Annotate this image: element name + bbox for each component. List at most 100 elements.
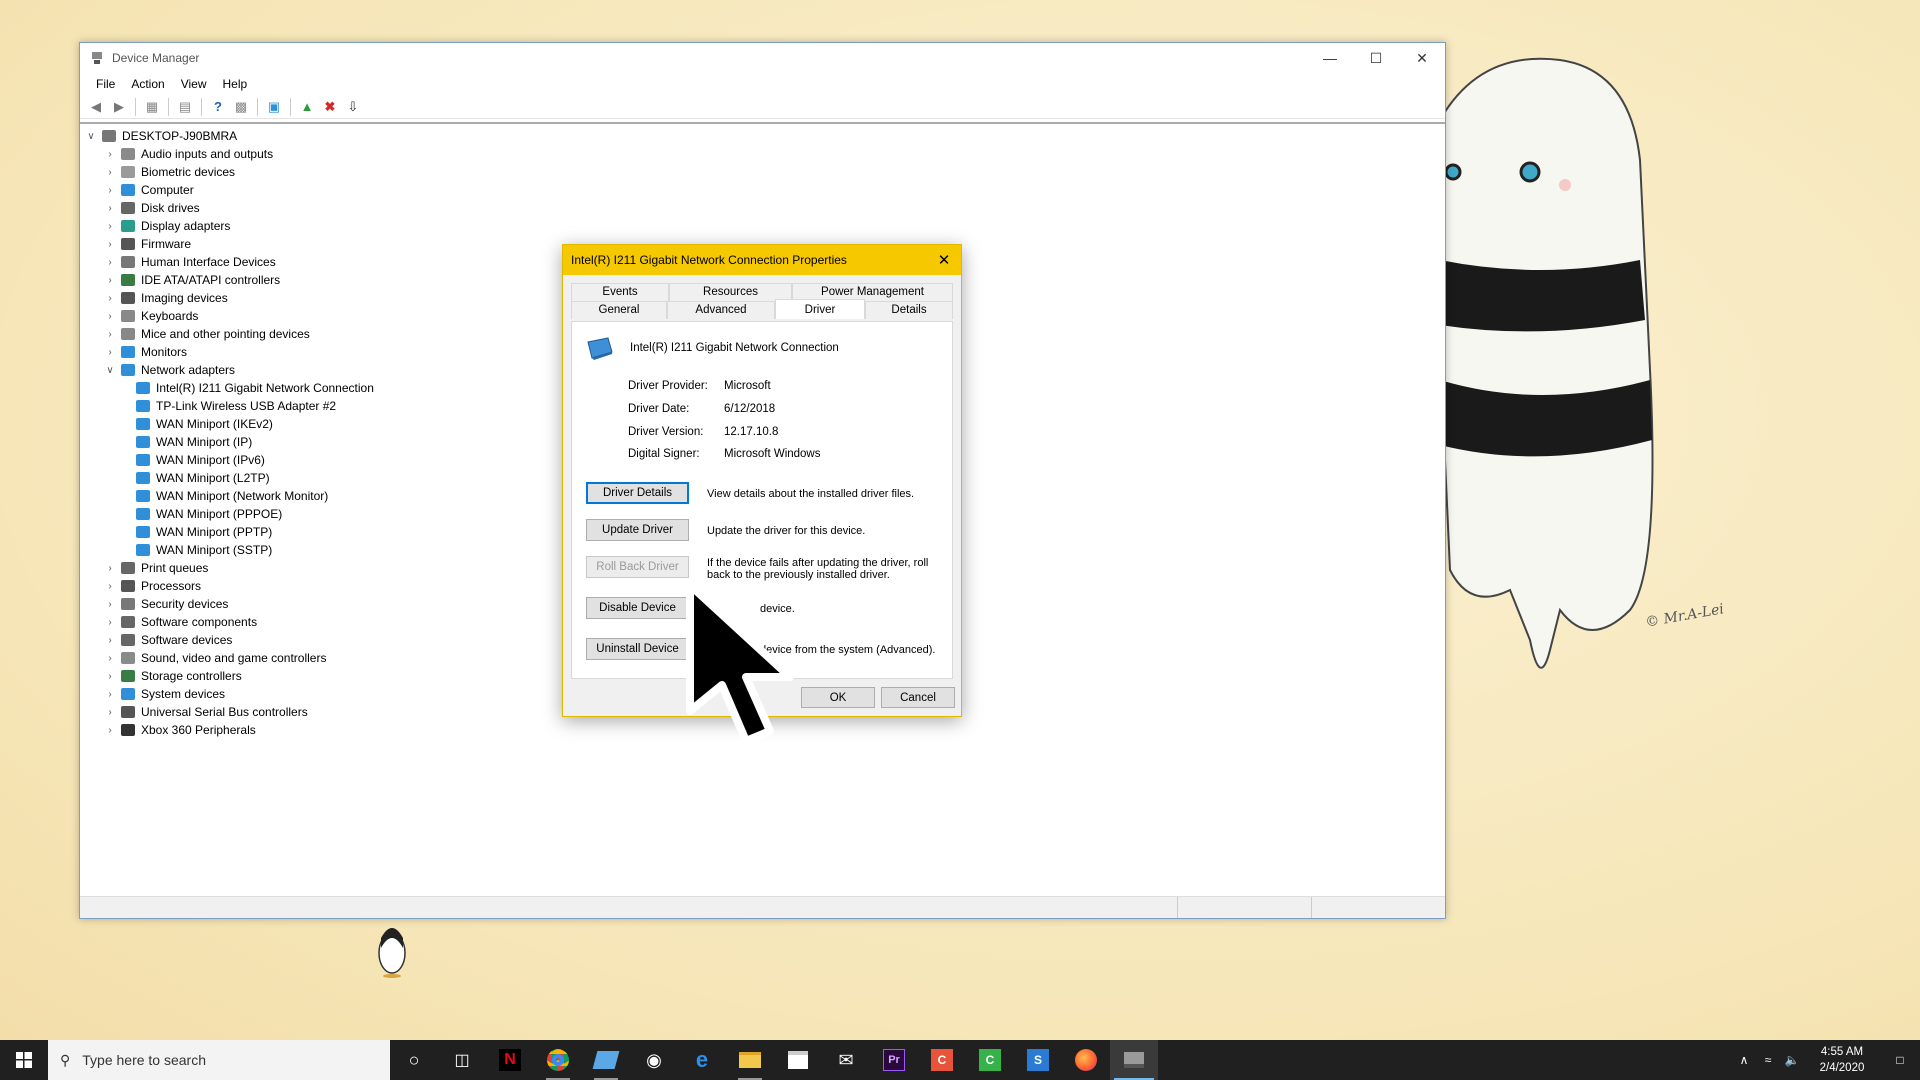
chevron-right-icon[interactable]: › [103, 599, 117, 610]
chevron-right-icon[interactable]: › [103, 689, 117, 700]
taskbar-app-store[interactable] [774, 1040, 822, 1080]
chevron-right-icon[interactable]: › [103, 275, 117, 286]
start-button[interactable] [0, 1040, 48, 1080]
cortana-button[interactable]: ○ [390, 1040, 438, 1080]
minimize-button[interactable]: — [1307, 43, 1353, 73]
taskbar-app-file-explorer[interactable] [726, 1040, 774, 1080]
chevron-right-icon[interactable]: › [103, 293, 117, 304]
menu-view[interactable]: View [173, 77, 215, 91]
uninstall-device-button[interactable]: Uninstall Device [586, 638, 689, 660]
back-button[interactable]: ◀ [86, 97, 106, 117]
tab-driver[interactable]: Driver [775, 299, 865, 319]
edge-icon: e [695, 1047, 709, 1072]
close-button[interactable]: ✕ [1399, 43, 1445, 73]
tree-category[interactable]: › Display adapters [80, 217, 1445, 235]
taskbar-app-red-c[interactable]: C [918, 1040, 966, 1080]
chevron-right-icon[interactable]: › [103, 185, 117, 196]
tab-resources[interactable]: Resources [669, 283, 792, 301]
taskbar-app-xbox[interactable]: ◉ [630, 1040, 678, 1080]
clock[interactable]: 4:55 AM 2/4/2020 [1804, 1044, 1880, 1076]
disable-device-button[interactable]: Disable Device [586, 597, 689, 619]
chevron-right-icon[interactable]: › [103, 563, 117, 574]
tree-category[interactable]: › Audio inputs and outputs [80, 145, 1445, 163]
tab-details[interactable]: Details [865, 301, 953, 319]
show-hide-console-tree-button[interactable]: ▦ [142, 97, 162, 117]
tree-category[interactable]: › Biometric devices [80, 163, 1445, 181]
chevron-right-icon[interactable]: › [103, 581, 117, 592]
info-driver-provider: Driver Provider: Microsoft [628, 380, 771, 392]
taskbar-app-mail[interactable]: ✉ [822, 1040, 870, 1080]
chevron-right-icon[interactable]: › [103, 149, 117, 160]
uninstall-toolbar-button[interactable]: ✖ [320, 97, 340, 117]
taskbar-app-netflix[interactable]: N [486, 1040, 534, 1080]
taskbar-app-premiere[interactable]: Pr [870, 1040, 918, 1080]
chevron-right-icon[interactable]: › [103, 257, 117, 268]
tree-category[interactable]: › Disk drives [80, 199, 1445, 217]
tree-category-label: Imaging devices [141, 291, 228, 305]
device-category-icon [121, 598, 135, 610]
chevron-right-icon[interactable]: › [103, 167, 117, 178]
action-pane-button[interactable]: ▩ [231, 97, 251, 117]
ghost-illustration [1440, 57, 1654, 669]
wifi-icon[interactable]: ≈ [1756, 1053, 1780, 1067]
menu-file[interactable]: File [88, 77, 123, 91]
device-category-icon [121, 202, 135, 214]
taskbar-app-firefox[interactable] [1062, 1040, 1110, 1080]
taskbar-app-device-manager[interactable] [1110, 1040, 1158, 1080]
tree-category-label: Display adapters [141, 219, 231, 233]
folder-icon [739, 1052, 761, 1068]
device-manager-titlebar[interactable]: Device Manager — ☐ ✕ [80, 43, 1445, 73]
maximize-button[interactable]: ☐ [1353, 43, 1399, 73]
driver-details-button[interactable]: Driver Details [586, 482, 689, 504]
taskbar-app-notes[interactable] [582, 1040, 630, 1080]
chevron-right-icon[interactable]: › [103, 725, 117, 736]
taskbar-app-chrome[interactable] [534, 1040, 582, 1080]
taskbar-app-green-c[interactable]: C [966, 1040, 1014, 1080]
chevron-down-icon[interactable]: ∨ [103, 365, 117, 376]
chevron-right-icon[interactable]: › [103, 635, 117, 646]
chevron-right-icon[interactable]: › [103, 239, 117, 250]
chevron-right-icon[interactable]: › [103, 347, 117, 358]
taskbar-search-box[interactable]: ⚲ Type here to search [48, 1040, 390, 1080]
chevron-right-icon[interactable]: › [103, 617, 117, 628]
disable-toolbar-button[interactable]: ⇩ [343, 97, 363, 117]
chevron-up-icon[interactable]: ∧ [1732, 1053, 1756, 1067]
dialog-titlebar[interactable]: Intel(R) I211 Gigabit Network Connection… [563, 245, 961, 275]
task-view-button[interactable]: ◫ [438, 1040, 486, 1080]
chevron-right-icon[interactable]: › [103, 311, 117, 322]
taskbar-app-s[interactable]: S [1014, 1040, 1062, 1080]
tab-advanced[interactable]: Advanced [667, 301, 775, 319]
chevron-right-icon[interactable]: › [103, 653, 117, 664]
device-category-icon [121, 238, 135, 250]
update-driver-button[interactable]: Update Driver [586, 519, 689, 541]
tree-root[interactable]: ∨ DESKTOP-J90BMRA [80, 127, 1445, 145]
chevron-right-icon[interactable]: › [103, 671, 117, 682]
chevron-right-icon[interactable]: › [103, 203, 117, 214]
scan-hardware-button[interactable]: ▣ [264, 97, 284, 117]
close-icon: ✕ [937, 252, 951, 269]
cancel-button[interactable]: Cancel [881, 687, 955, 708]
menu-action[interactable]: Action [123, 77, 172, 91]
device-category-icon [121, 220, 135, 232]
firefox-icon [1075, 1049, 1097, 1071]
properties-button[interactable]: ▤ [175, 97, 195, 117]
menu-help[interactable]: Help [215, 77, 256, 91]
search-icon: ⚲ [60, 1051, 71, 1068]
update-driver-toolbar-button[interactable]: ▲ [297, 97, 317, 117]
driver-details-desc: View details about the installed driver … [707, 488, 915, 500]
chevron-right-icon[interactable]: › [103, 221, 117, 232]
chevron-down-icon[interactable]: ∨ [84, 131, 98, 142]
notification-icon[interactable]: □ [1880, 1053, 1920, 1067]
help-button[interactable]: ? [208, 97, 228, 117]
tree-category[interactable]: › Computer [80, 181, 1445, 199]
taskbar-app-edge[interactable]: e [678, 1040, 726, 1080]
tab-general[interactable]: General [571, 301, 667, 319]
dialog-close-button[interactable]: ✕ [927, 245, 961, 275]
chevron-right-icon[interactable]: › [103, 707, 117, 718]
chevron-right-icon[interactable]: › [103, 329, 117, 340]
roll-back-driver-button[interactable]: Roll Back Driver [586, 556, 689, 578]
tab-events[interactable]: Events [571, 283, 669, 301]
forward-button[interactable]: ▶ [109, 97, 129, 117]
volume-icon[interactable]: 🔈 [1780, 1053, 1804, 1067]
maximize-icon: ☐ [1369, 49, 1383, 66]
